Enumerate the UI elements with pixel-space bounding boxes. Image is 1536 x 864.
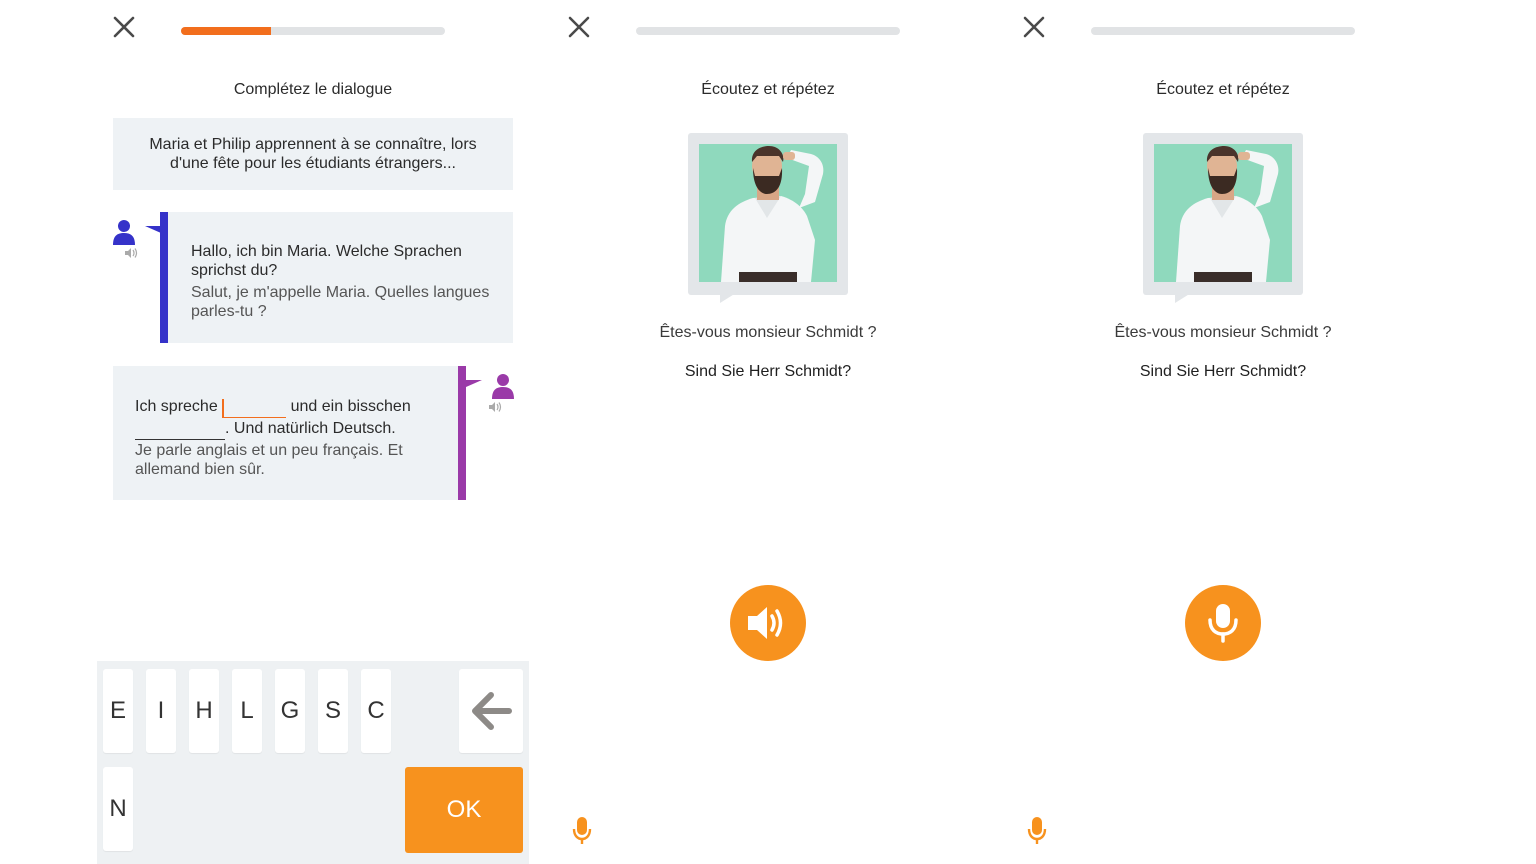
- microphone-icon[interactable]: [572, 816, 592, 846]
- key-c[interactable]: C: [361, 669, 391, 753]
- key-i[interactable]: I: [146, 669, 176, 753]
- panel-complete-dialogue: Complétez le dialogue Maria et Philip ap…: [0, 0, 530, 864]
- key-l[interactable]: L: [232, 669, 262, 753]
- progress-bar: [1091, 27, 1355, 35]
- page-title: Écoutez et répétez: [1156, 81, 1290, 98]
- german-text: Ich spreche und ein bisschen . Und natür…: [135, 396, 438, 440]
- speech-tail: [466, 380, 482, 387]
- french-phrase: Êtes-vous monsieur Schmidt ?: [1114, 324, 1332, 341]
- speaker-bar: [458, 366, 466, 500]
- text-segment: und ein bisschen: [290, 398, 411, 415]
- speech-bubble: [688, 133, 848, 303]
- letter-keyboard: E I H L G S C N OK: [97, 661, 529, 864]
- german-text: Hallo, ich bin Maria. Welche Sprachen sp…: [191, 243, 462, 279]
- key-g[interactable]: G: [275, 669, 305, 753]
- french-phrase: Êtes-vous monsieur Schmidt ?: [659, 324, 877, 341]
- play-audio-button[interactable]: [730, 585, 806, 661]
- key-e[interactable]: E: [103, 669, 133, 753]
- speech-bubble: [1143, 133, 1303, 303]
- german-phrase: Sind Sie Herr Schmidt?: [1139, 363, 1307, 380]
- german-phrase: Sind Sie Herr Schmidt?: [684, 363, 852, 380]
- dialogue-line: Ich spreche und ein bisschen . Und natür…: [113, 366, 458, 500]
- bubble-tail: [720, 293, 736, 303]
- answer-blank-2[interactable]: [135, 439, 225, 440]
- french-translation: Salut, je m'appelle Maria. Quelles langu…: [191, 284, 490, 320]
- dialogue-line: Hallo, ich bin Maria. Welche Sprachen sp…: [168, 212, 513, 343]
- progress-bar: [636, 27, 900, 35]
- user-icon: [492, 374, 514, 399]
- answer-blank-1[interactable]: [222, 399, 287, 418]
- ok-button[interactable]: OK: [405, 767, 523, 853]
- backspace-button[interactable]: [459, 669, 523, 753]
- panel-listen-repeat-record: Écoutez et répétez Êtes-vous monsieur Sc…: [985, 0, 1461, 864]
- speaker-maria[interactable]: [112, 219, 142, 263]
- microphone-icon[interactable]: [1027, 816, 1047, 846]
- close-icon[interactable]: [112, 15, 136, 39]
- progress-fill: [181, 27, 271, 35]
- speaker-philip[interactable]: [488, 373, 518, 417]
- speaker-bar: [160, 212, 168, 343]
- intro-text: Maria et Philip apprennent à se connaîtr…: [149, 136, 477, 172]
- user-icon: [113, 220, 135, 245]
- speaker-icon: [489, 402, 502, 412]
- person-photo: [1154, 144, 1292, 282]
- key-n[interactable]: N: [103, 767, 133, 851]
- dialogue-intro: Maria et Philip apprennent à se connaîtr…: [113, 118, 513, 190]
- microphone-icon: [1208, 604, 1238, 643]
- key-s[interactable]: S: [318, 669, 348, 753]
- speech-tail: [145, 226, 161, 233]
- speaker-icon: [125, 248, 138, 258]
- person-photo: [699, 144, 837, 282]
- close-icon[interactable]: [1022, 15, 1046, 39]
- page-title: Complétez le dialogue: [233, 81, 393, 98]
- speaker-icon: [748, 607, 783, 639]
- panel-listen-repeat: Écoutez et répétez Êtes-vous monsieur Sc…: [530, 0, 1000, 864]
- record-button[interactable]: [1185, 585, 1261, 661]
- text-segment: . Und natürlich Deutsch.: [225, 420, 396, 437]
- french-translation: Je parle anglais et un peu français. Et …: [135, 442, 403, 478]
- close-icon[interactable]: [567, 15, 591, 39]
- progress-bar: [181, 27, 445, 35]
- page-title: Écoutez et répétez: [701, 81, 835, 98]
- key-h[interactable]: H: [189, 669, 219, 753]
- text-segment: Ich spreche: [135, 398, 218, 415]
- bubble-tail: [1175, 293, 1191, 303]
- arrow-left-icon: [472, 692, 512, 730]
